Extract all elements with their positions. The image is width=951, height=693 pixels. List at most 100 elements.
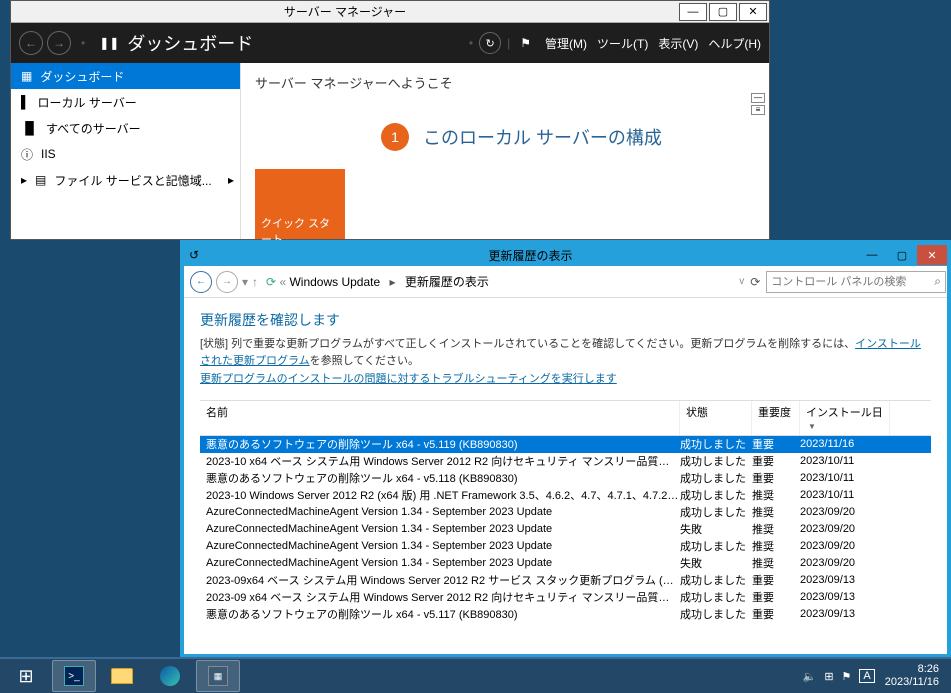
refresh-icon[interactable]: ↻ xyxy=(479,32,501,54)
sm-sidebar: ▦ダッシュボード ▌ローカル サーバー ▐▌すべてのサーバー ⓘIIS ▸▤ファ… xyxy=(11,63,241,239)
chevron-right-icon: ▸ xyxy=(390,275,396,289)
cell-name: 2023-10 Windows Server 2012 R2 (x64 版) 用… xyxy=(200,487,680,503)
cell-severity: 重要 xyxy=(752,572,800,588)
menu-help[interactable]: ヘルプ(H) xyxy=(708,35,761,52)
quick-start-tile[interactable]: クイック スタート (Q) xyxy=(255,169,345,239)
uh-titlebar[interactable]: ↺ 更新履歴の表示 — ▢ ✕ xyxy=(184,244,947,266)
server-manager-window: サーバー マネージャー — ▢ ✕ ← → • ❚❚ ダッシュボード • ↻ |… xyxy=(10,0,770,240)
breadcrumb-item[interactable]: 更新履歴の表示 xyxy=(405,275,489,289)
cell-date: 2023/10/11 xyxy=(800,489,890,501)
cell-severity: 推奨 xyxy=(752,504,800,520)
separator: | xyxy=(507,36,510,50)
start-button[interactable]: ⊞ xyxy=(4,660,48,692)
sidebar-item-label: すべてのサーバー xyxy=(46,120,141,137)
taskbar-edge[interactable] xyxy=(148,660,192,692)
chevron-right-icon: ▸ xyxy=(21,173,27,187)
maximize-button[interactable]: ▢ xyxy=(709,3,737,21)
flag-icon[interactable]: ⚑ xyxy=(520,36,531,50)
table-row[interactable]: AzureConnectedMachineAgent Version 1.34 … xyxy=(200,555,931,572)
sort-desc-icon: ▼ xyxy=(808,422,816,431)
table-row[interactable]: 2023-09x64 ベース システム用 Windows Server 2012… xyxy=(200,572,931,589)
sidebar-item-file-services[interactable]: ▸▤ファイル サービスと記憶域...▸ xyxy=(11,167,240,193)
chevron-down-icon[interactable]: v xyxy=(739,276,744,287)
table-row[interactable]: 悪意のあるソフトウェアの削除ツール x64 - v5.119 (KB890830… xyxy=(200,436,931,453)
flag-icon[interactable]: ⚑ xyxy=(842,670,852,683)
cell-status: 失敗 xyxy=(680,555,752,571)
minimize-button[interactable]: — xyxy=(857,245,887,265)
cell-date: 2023/09/20 xyxy=(800,557,890,569)
cell-name: 2023-09 x64 ベース システム用 Windows Server 201… xyxy=(200,589,680,605)
header-label: インストール日 xyxy=(806,407,883,419)
troubleshoot-link[interactable]: 更新プログラムのインストールの問題に対するトラブルシューティングを実行します xyxy=(200,373,617,385)
sm-titlebar[interactable]: サーバー マネージャー — ▢ ✕ xyxy=(11,1,769,23)
network-icon[interactable]: ⊞ xyxy=(824,670,833,683)
sm-header: ← → • ❚❚ ダッシュボード • ↻ | ⚑ 管理(M) ツール(T) 表示… xyxy=(11,23,769,63)
sidebar-item-iis[interactable]: ⓘIIS xyxy=(11,141,240,167)
table-row[interactable]: AzureConnectedMachineAgent Version 1.34 … xyxy=(200,538,931,555)
close-button[interactable]: ✕ xyxy=(917,245,947,265)
taskbar-powershell[interactable]: >_ xyxy=(52,660,96,692)
up-icon[interactable]: ↑ xyxy=(252,275,258,289)
table-header-row: 名前 状態 重要度 インストール日 ▼ xyxy=(200,400,931,436)
desc-text: を参照してください。 xyxy=(310,355,419,367)
refresh-icon[interactable]: ⟳ xyxy=(750,275,760,289)
cell-name: 悪意のあるソフトウェアの削除ツール x64 - v5.118 (KB890830… xyxy=(200,470,680,486)
sidebar-item-all-servers[interactable]: ▐▌ すべてのサーバー xyxy=(11,115,240,141)
system-tray: 🔈 ⊞ ⚑ A 8:26 2023/11/16 xyxy=(803,663,951,689)
cell-severity: 重要 xyxy=(752,436,800,452)
column-header-status[interactable]: 状態 xyxy=(680,401,752,435)
sm-main: サーバー マネージャーへようこそ —≡ クイック スタート (Q) 1 このロー… xyxy=(241,63,769,239)
cell-date: 2023/10/11 xyxy=(800,455,890,467)
powershell-icon: >_ xyxy=(64,666,84,686)
search-input[interactable] xyxy=(766,271,946,293)
configure-local-server[interactable]: 1 このローカル サーバーの構成 xyxy=(381,123,662,151)
uh-title: 更新履歴の表示 xyxy=(204,247,857,264)
cell-severity: 重要 xyxy=(752,470,800,486)
minimize-button[interactable]: — xyxy=(679,3,707,21)
taskbar: ⊞ >_ ▦ 🔈 ⊞ ⚑ A 8:26 2023/11/16 xyxy=(0,657,951,693)
table-row[interactable]: 2023-10 x64 ベース システム用 Windows Server 201… xyxy=(200,453,931,470)
column-header-severity[interactable]: 重要度 xyxy=(752,401,800,435)
sidebar-item-local-server[interactable]: ▌ローカル サーバー xyxy=(11,89,240,115)
files-icon: ▤ xyxy=(35,173,46,187)
dashboard-icon: ❚❚ xyxy=(99,36,119,50)
cell-name: 2023-09x64 ベース システム用 Windows Server 2012… xyxy=(200,572,680,588)
chevron-down-icon[interactable]: ▾ xyxy=(242,275,248,289)
taskbar-server-manager[interactable]: ▦ xyxy=(196,660,240,692)
table-row[interactable]: 悪意のあるソフトウェアの削除ツール x64 - v5.118 (KB890830… xyxy=(200,470,931,487)
breadcrumb-item[interactable]: Windows Update xyxy=(289,275,380,289)
cell-severity: 推奨 xyxy=(752,538,800,554)
clock-time: 8:26 xyxy=(885,663,939,676)
search-icon[interactable]: ⌕ xyxy=(934,274,941,289)
sidebar-item-dashboard[interactable]: ▦ダッシュボード xyxy=(11,63,240,89)
ime-indicator[interactable]: A xyxy=(859,669,874,683)
breadcrumb[interactable]: ⟳ « Windows Update ▸ 更新履歴の表示 xyxy=(266,273,489,290)
clock[interactable]: 8:26 2023/11/16 xyxy=(885,663,939,689)
column-header-date[interactable]: インストール日 ▼ xyxy=(800,401,890,435)
column-header-name[interactable]: 名前 xyxy=(200,401,680,435)
cell-status: 成功しました xyxy=(680,453,752,469)
cell-status: 成功しました xyxy=(680,606,752,622)
back-icon[interactable]: ← xyxy=(19,31,43,55)
volume-icon[interactable]: 🔈 xyxy=(803,670,817,683)
menu-view[interactable]: 表示(V) xyxy=(658,35,698,52)
cell-status: 成功しました xyxy=(680,436,752,452)
breadcrumb-sep: « xyxy=(279,275,289,289)
table-row[interactable]: 2023-10 Windows Server 2012 R2 (x64 版) 用… xyxy=(200,487,931,504)
servers-icon: ▐▌ xyxy=(21,121,38,135)
taskbar-explorer[interactable] xyxy=(100,660,144,692)
menu-manage[interactable]: 管理(M) xyxy=(545,35,587,52)
menu-tools[interactable]: ツール(T) xyxy=(597,35,648,52)
table-row[interactable]: AzureConnectedMachineAgent Version 1.34 … xyxy=(200,504,931,521)
maximize-button[interactable]: ▢ xyxy=(887,245,917,265)
back-icon[interactable]: ← xyxy=(190,271,212,293)
table-row[interactable]: 悪意のあるソフトウェアの削除ツール x64 - v5.117 (KB890830… xyxy=(200,606,931,623)
cell-date: 2023/09/13 xyxy=(800,608,890,620)
table-row[interactable]: AzureConnectedMachineAgent Version 1.34 … xyxy=(200,521,931,538)
close-button[interactable]: ✕ xyxy=(739,3,767,21)
forward-icon[interactable]: → xyxy=(47,31,71,55)
table-row[interactable]: 2023-09 x64 ベース システム用 Windows Server 201… xyxy=(200,589,931,606)
forward-icon[interactable]: → xyxy=(216,271,238,293)
panel-toggle[interactable]: —≡ xyxy=(751,93,765,115)
cell-date: 2023/09/20 xyxy=(800,540,890,552)
